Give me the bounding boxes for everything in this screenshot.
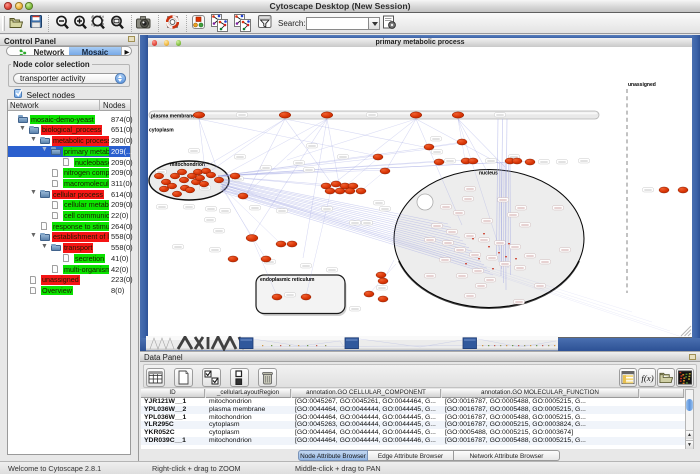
svg-text:endoplasmic reticulum: endoplasmic reticulum — [260, 277, 315, 283]
svg-text:cytoplasm: cytoplasm — [149, 128, 174, 134]
svg-text:plasma membrane: plasma membrane — [151, 113, 195, 119]
svg-text:mitochondrion: mitochondrion — [170, 162, 205, 168]
svg-text:nucleus: nucleus — [479, 171, 498, 177]
svg-text:unassigned: unassigned — [628, 82, 656, 88]
svg-text:f(x): f(x) — [641, 373, 653, 383]
